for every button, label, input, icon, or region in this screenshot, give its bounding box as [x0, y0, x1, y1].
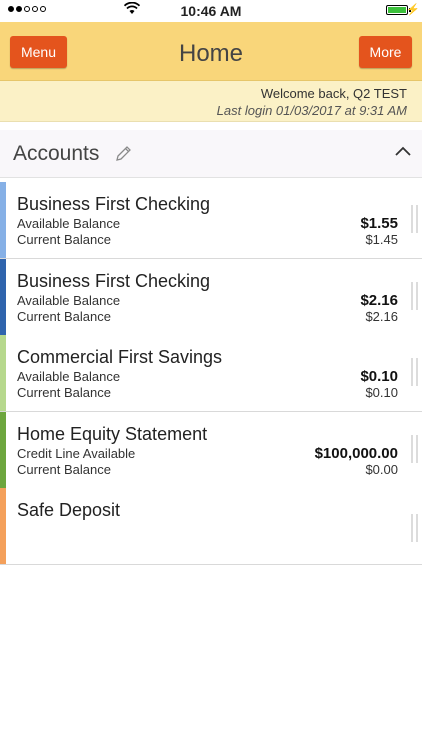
status-bar: 10:46 AM ⚡ [0, 0, 422, 22]
account-row[interactable]: Business First Checking Available Balanc… [0, 259, 422, 336]
charging-icon: ⚡ [406, 4, 420, 16]
battery-icon [386, 5, 408, 15]
chevron-up-icon[interactable] [394, 144, 412, 162]
drag-handle-icon[interactable] [411, 205, 419, 233]
balance-value-2: $1.45 [365, 232, 398, 247]
drag-handle-icon[interactable] [411, 282, 419, 310]
account-name: Home Equity Statement [17, 424, 208, 444]
balance-label-2: Current Balance [17, 462, 111, 477]
balance-label-2: Current Balance [17, 232, 111, 247]
welcome-greeting: Welcome back, Q2 TEST [260, 86, 407, 101]
drag-handle-icon[interactable] [411, 358, 419, 386]
balance-value-1: $2.16 [360, 292, 398, 309]
account-color-bar [0, 182, 6, 258]
balance-label-2: Current Balance [17, 309, 111, 324]
welcome-banner: Welcome back, Q2 TEST Last login 01/03/2… [0, 81, 422, 122]
account-color-bar [0, 488, 6, 564]
account-row[interactable]: Home Equity Statement Credit Line Availa… [0, 412, 422, 489]
balance-value-2: $0.10 [365, 385, 398, 400]
account-name: Safe Deposit [17, 500, 121, 520]
account-row[interactable]: Safe Deposit [0, 488, 422, 565]
more-button[interactable]: More [359, 36, 412, 68]
app-header: Menu Home More [0, 22, 422, 81]
balance-value-2: $0.00 [365, 462, 398, 477]
balance-label-1: Available Balance [17, 369, 121, 384]
balance-value-1: $100,000.00 [314, 445, 398, 462]
accounts-header[interactable]: Accounts [0, 130, 422, 178]
balance-label-2: Current Balance [17, 385, 111, 400]
balance-label-1: Available Balance [17, 216, 121, 231]
balance-value-2: $2.16 [365, 309, 398, 324]
drag-handle-icon[interactable] [411, 435, 419, 463]
status-time: 10:46 AM [180, 3, 242, 19]
balance-label-1: Credit Line Available [17, 446, 136, 461]
drag-handle-icon[interactable] [411, 514, 419, 542]
account-name: Commercial First Savings [17, 347, 223, 367]
account-color-bar [0, 259, 6, 335]
balance-value-1: $0.10 [360, 368, 398, 385]
account-row[interactable]: Commercial First Savings Available Balan… [0, 335, 422, 412]
account-row[interactable]: Business First Checking Available Balanc… [0, 182, 422, 259]
accounts-title: Accounts [13, 142, 100, 165]
account-color-bar [0, 335, 6, 411]
account-name: Business First Checking [17, 194, 211, 214]
pencil-icon[interactable] [115, 144, 133, 167]
balance-label-1: Available Balance [17, 293, 121, 308]
account-color-bar [0, 412, 6, 488]
account-name: Business First Checking [17, 271, 211, 291]
balance-value-1: $1.55 [360, 215, 398, 232]
last-login: Last login 01/03/2017 at 9:31 AM [216, 103, 407, 118]
